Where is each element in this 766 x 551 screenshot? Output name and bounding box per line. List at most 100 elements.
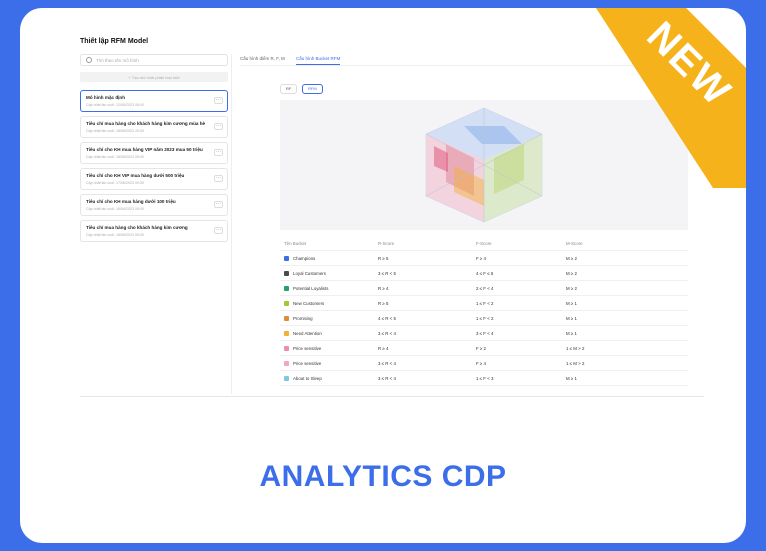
m-score-cell: M ≥ 1: [566, 300, 577, 306]
bucket-color-swatch: [284, 375, 289, 381]
r-score-cell: 4 ≤ R < 5: [378, 315, 396, 321]
model-updated: Cập nhật lần cuối: 18/06/2023 09:00: [86, 155, 144, 159]
bucket-cell: Price sensitive: [284, 360, 322, 366]
header-bucket: Tên Bucket: [284, 240, 307, 246]
bucket-color-swatch: [284, 300, 289, 306]
page-title: Thiết lập RFM Model: [80, 38, 149, 45]
r-score-cell: 3 ≤ R < 5: [378, 270, 396, 276]
bucket-name: About to Sleep: [293, 375, 322, 381]
tab-rfm-score[interactable]: Cấu hình điểm R, F, M: [240, 56, 285, 61]
bucket-cell: Promising: [284, 315, 313, 321]
bucket-name: New Customers: [293, 300, 325, 306]
table-row[interactable]: Price sensitive R ≥ 4 F ≥ 2 1 ≤ M > 2: [280, 341, 688, 356]
m-score-cell: 1 ≤ M > 2: [566, 360, 585, 366]
model-list-item[interactable]: Tiêu chí cho KH mua hàng VIP năm 2023 mu…: [80, 142, 228, 164]
search-placeholder: Tìm theo tên mô hình: [96, 57, 139, 63]
table-row[interactable]: Price sensitive 3 ≤ R < 4 F ≥ 4 1 ≤ M > 2: [280, 356, 688, 371]
f-score-cell: F ≥ 4: [476, 360, 486, 366]
model-title: Tiêu chí mua hàng cho khách hàng kim cươ…: [86, 121, 206, 126]
model-list-item[interactable]: Tiêu chí mua hàng cho khách hàng kim cươ…: [80, 220, 228, 242]
table-row[interactable]: Need Attention 3 ≤ R < 4 3 ≤ F < 4 M ≥ 1: [280, 326, 688, 341]
table-row[interactable]: Promising 4 ≤ R < 5 1 ≤ F < 2 M ≥ 1: [280, 311, 688, 326]
model-list-item[interactable]: Tiêu chí cho KH mua hàng dưới 100 triệu C…: [80, 194, 228, 216]
m-score-cell: M ≥ 2: [566, 255, 577, 261]
more-options-icon[interactable]: ···: [214, 175, 223, 182]
bucket-color-swatch: [284, 285, 289, 291]
tab-rfm-bucket[interactable]: Cấu hình Bucket RFM: [296, 56, 341, 65]
f-score-cell: F ≥ 2: [476, 345, 486, 351]
r-score-cell: 3 ≤ R < 4: [378, 375, 396, 381]
new-ribbon: NEW: [566, 8, 746, 188]
table-row[interactable]: About to Sleep 3 ≤ R < 4 1 ≤ F < 3 M ≥ 1: [280, 371, 688, 386]
f-score-cell: 4 ≤ F ≤ 5: [476, 270, 494, 276]
r-score-cell: R ≥ 4: [378, 285, 389, 291]
header-m-score: M-Score: [566, 240, 583, 246]
model-updated: Cập nhật lần cuối: 17/06/2023 09:00: [86, 181, 144, 185]
m-score-cell: M ≥ 1: [566, 315, 577, 321]
f-score-cell: F ≥ 4: [476, 255, 486, 261]
caption-title: ANALYTICS CDP: [259, 460, 507, 493]
table-header: Tên Bucket R-Score F-Score M-Score: [280, 236, 688, 251]
header-f-score: F-Score: [476, 240, 492, 246]
bucket-cell: New Customers: [284, 300, 325, 306]
bucket-cell: Champions: [284, 255, 316, 261]
more-options-icon[interactable]: ···: [214, 123, 223, 130]
bucket-color-swatch: [284, 330, 289, 336]
bucket-color-swatch: [284, 255, 289, 261]
bucket-color-swatch: [284, 345, 289, 351]
model-title: Tiêu chí cho KH mua hàng dưới 100 triệu: [86, 199, 176, 204]
header-r-score: R-Score: [378, 240, 395, 246]
bucket-name: Potential Loyalists: [293, 285, 329, 291]
bucket-cell: Potential Loyalists: [284, 285, 329, 291]
search-input[interactable]: Tìm theo tên mô hình: [80, 54, 228, 66]
bucket-name: Promising: [293, 315, 313, 321]
f-score-cell: 1 ≤ F < 2: [476, 300, 494, 306]
more-options-icon[interactable]: ···: [214, 227, 223, 234]
model-title: Mô hình mặc định: [86, 95, 126, 100]
bucket-cell: Need Attention: [284, 330, 322, 336]
model-sidebar: Tìm theo tên mô hình + Tạo mô hình phân …: [80, 54, 232, 394]
bucket-cell: About to Sleep: [284, 375, 322, 381]
table-row[interactable]: Potential Loyalists R ≥ 4 2 ≤ F < 4 M ≥ 2: [280, 281, 688, 296]
bucket-name: Loyal Customers: [293, 270, 326, 276]
more-options-icon[interactable]: ···: [214, 97, 223, 104]
model-updated: Cập nhật lần cuối: 16/06/2023 09:00: [86, 207, 144, 211]
table-row[interactable]: Champions R ≥ 5 F ≥ 4 M ≥ 2: [280, 251, 688, 266]
r-score-cell: R ≥ 4: [378, 345, 389, 351]
table-row[interactable]: Loyal Customers 3 ≤ R < 5 4 ≤ F ≤ 5 M ≥ 2: [280, 266, 688, 281]
bucket-name: Price sensitive: [293, 360, 322, 366]
promo-card: Thiết lập RFM Model Tìm theo tên mô hình…: [20, 8, 746, 543]
m-score-cell: M ≥ 1: [566, 330, 577, 336]
model-list-item[interactable]: Tiêu chí mua hàng cho khách hàng kim cươ…: [80, 116, 228, 138]
table-row[interactable]: New Customers R ≥ 5 1 ≤ F < 2 M ≥ 1: [280, 296, 688, 311]
bucket-color-swatch: [284, 360, 289, 366]
model-list-item[interactable]: Mô hình mặc định Cập nhật lần cuối: 12/06…: [80, 90, 228, 112]
bucket-name: Champions: [293, 255, 316, 261]
f-score-cell: 1 ≤ F < 3: [476, 375, 494, 381]
r-score-cell: 3 ≤ R < 4: [378, 330, 396, 336]
divider: [80, 396, 704, 397]
r-score-cell: R ≥ 5: [378, 255, 389, 261]
m-score-cell: M ≥ 1: [566, 375, 577, 381]
more-options-icon[interactable]: ···: [214, 149, 223, 156]
m-score-cell: M ≥ 2: [566, 285, 577, 291]
m-score-cell: 1 ≤ M > 2: [566, 345, 585, 351]
add-model-button[interactable]: + Tạo mô hình phân loại mới: [80, 72, 228, 82]
model-list-item[interactable]: Tiêu chí cho KH VIP mua hàng dưới 500 tr…: [80, 168, 228, 190]
model-updated: Cập nhật lần cuối: 16/06/2023 09:00: [86, 233, 144, 237]
toggle-rf[interactable]: RF: [280, 84, 298, 94]
toggle-rfm[interactable]: RFM: [302, 84, 323, 94]
model-title: Tiêu chí cho KH VIP mua hàng dưới 500 tr…: [86, 173, 185, 178]
model-updated: Cập nhật lần cuối: 18/06/2023 20:00: [86, 129, 144, 133]
f-score-cell: 3 ≤ F < 4: [476, 330, 494, 336]
r-score-cell: R ≥ 5: [378, 300, 389, 306]
bucket-cell: Loyal Customers: [284, 270, 326, 276]
bucket-color-swatch: [284, 270, 289, 276]
f-score-cell: 1 ≤ F < 2: [476, 315, 494, 321]
bucket-name: Price sensitive: [293, 345, 322, 351]
more-options-icon[interactable]: ···: [214, 201, 223, 208]
bucket-color-swatch: [284, 315, 289, 321]
r-score-cell: 3 ≤ R < 4: [378, 360, 396, 366]
bucket-name: Need Attention: [293, 330, 322, 336]
f-score-cell: 2 ≤ F < 4: [476, 285, 494, 291]
